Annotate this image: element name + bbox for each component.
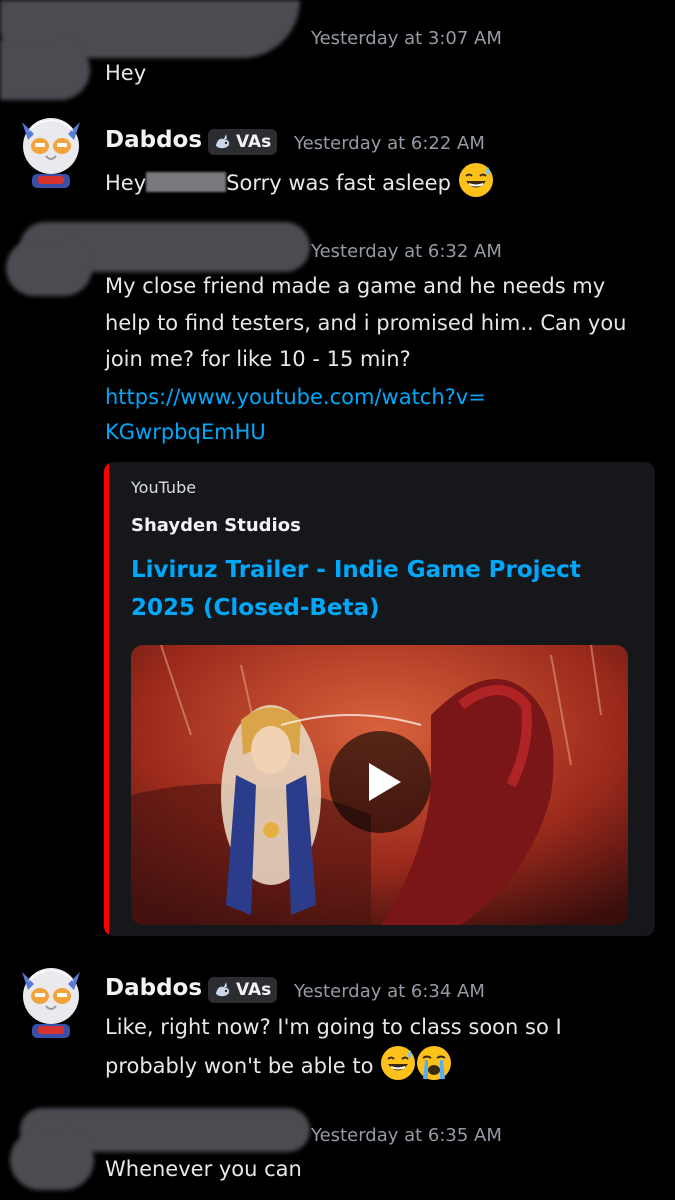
message-text-end: Sorry was fast asleep xyxy=(226,171,451,195)
youtube-link[interactable]: https://www.youtube.com/watch?v= xyxy=(105,379,486,415)
sweat-smile-emoji xyxy=(381,1046,416,1080)
message-text-start: Hey xyxy=(105,171,147,195)
message-line: probably won't be able to xyxy=(105,1054,374,1078)
message-timestamp: Yesterday at 6:32 AM xyxy=(311,241,502,262)
message-text: probably won't be able to xyxy=(105,1045,452,1084)
message-timestamp: Yesterday at 3:07 AM xyxy=(311,28,502,49)
message-timestamp: Yesterday at 6:34 AM xyxy=(294,981,485,1002)
message-line: help to find testers, and i promised him… xyxy=(105,311,627,335)
redacted-avatar xyxy=(10,1130,94,1190)
embed-author[interactable]: Shayden Studios xyxy=(131,515,301,536)
message-timestamp: Yesterday at 6:35 AM xyxy=(311,1125,502,1146)
video-thumbnail[interactable] xyxy=(131,645,628,925)
redacted-mention xyxy=(146,172,227,192)
youtube-link[interactable]: KGwrpbqEmHU xyxy=(105,414,266,450)
redacted-avatar xyxy=(6,240,92,296)
message-line: join me? for like 10 - 15 min? xyxy=(105,347,411,371)
embed-provider: YouTube xyxy=(131,478,197,497)
link-embed: YouTube Shayden Studios Liviruz Trailer … xyxy=(104,462,655,936)
play-icon xyxy=(369,763,401,801)
tag-icon xyxy=(216,134,230,149)
message-text: Hey Sorry was fast asleep xyxy=(105,162,494,201)
avatar[interactable] xyxy=(18,962,84,1042)
embed-accent-bar xyxy=(104,462,109,936)
role-tag[interactable]: VAs xyxy=(208,977,278,1003)
message-text: Whenever you can xyxy=(105,1157,302,1181)
sweat-smile-emoji xyxy=(458,163,493,197)
author-name[interactable]: Dabdos xyxy=(105,127,202,153)
avatar[interactable] xyxy=(18,112,84,192)
message-line: Like, right now? I'm going to class soon… xyxy=(105,1015,562,1039)
message-line: My close friend made a game and he needs… xyxy=(105,274,606,298)
play-button[interactable] xyxy=(329,731,431,833)
embed-title[interactable]: 2025 (Closed-Beta) xyxy=(131,595,380,621)
embed-title[interactable]: Liviruz Trailer - Indie Game Project xyxy=(131,557,581,583)
message-text: Hey xyxy=(105,61,147,85)
loudly-crying-emoji xyxy=(417,1046,452,1080)
tag-icon xyxy=(216,982,230,997)
role-tag-label: VAs xyxy=(236,132,272,152)
message-timestamp: Yesterday at 6:22 AM xyxy=(294,133,485,154)
author-name[interactable]: Dabdos xyxy=(105,975,202,1001)
role-tag[interactable]: VAs xyxy=(208,129,278,155)
role-tag-label: VAs xyxy=(236,980,272,1000)
redacted-avatar xyxy=(0,40,90,100)
